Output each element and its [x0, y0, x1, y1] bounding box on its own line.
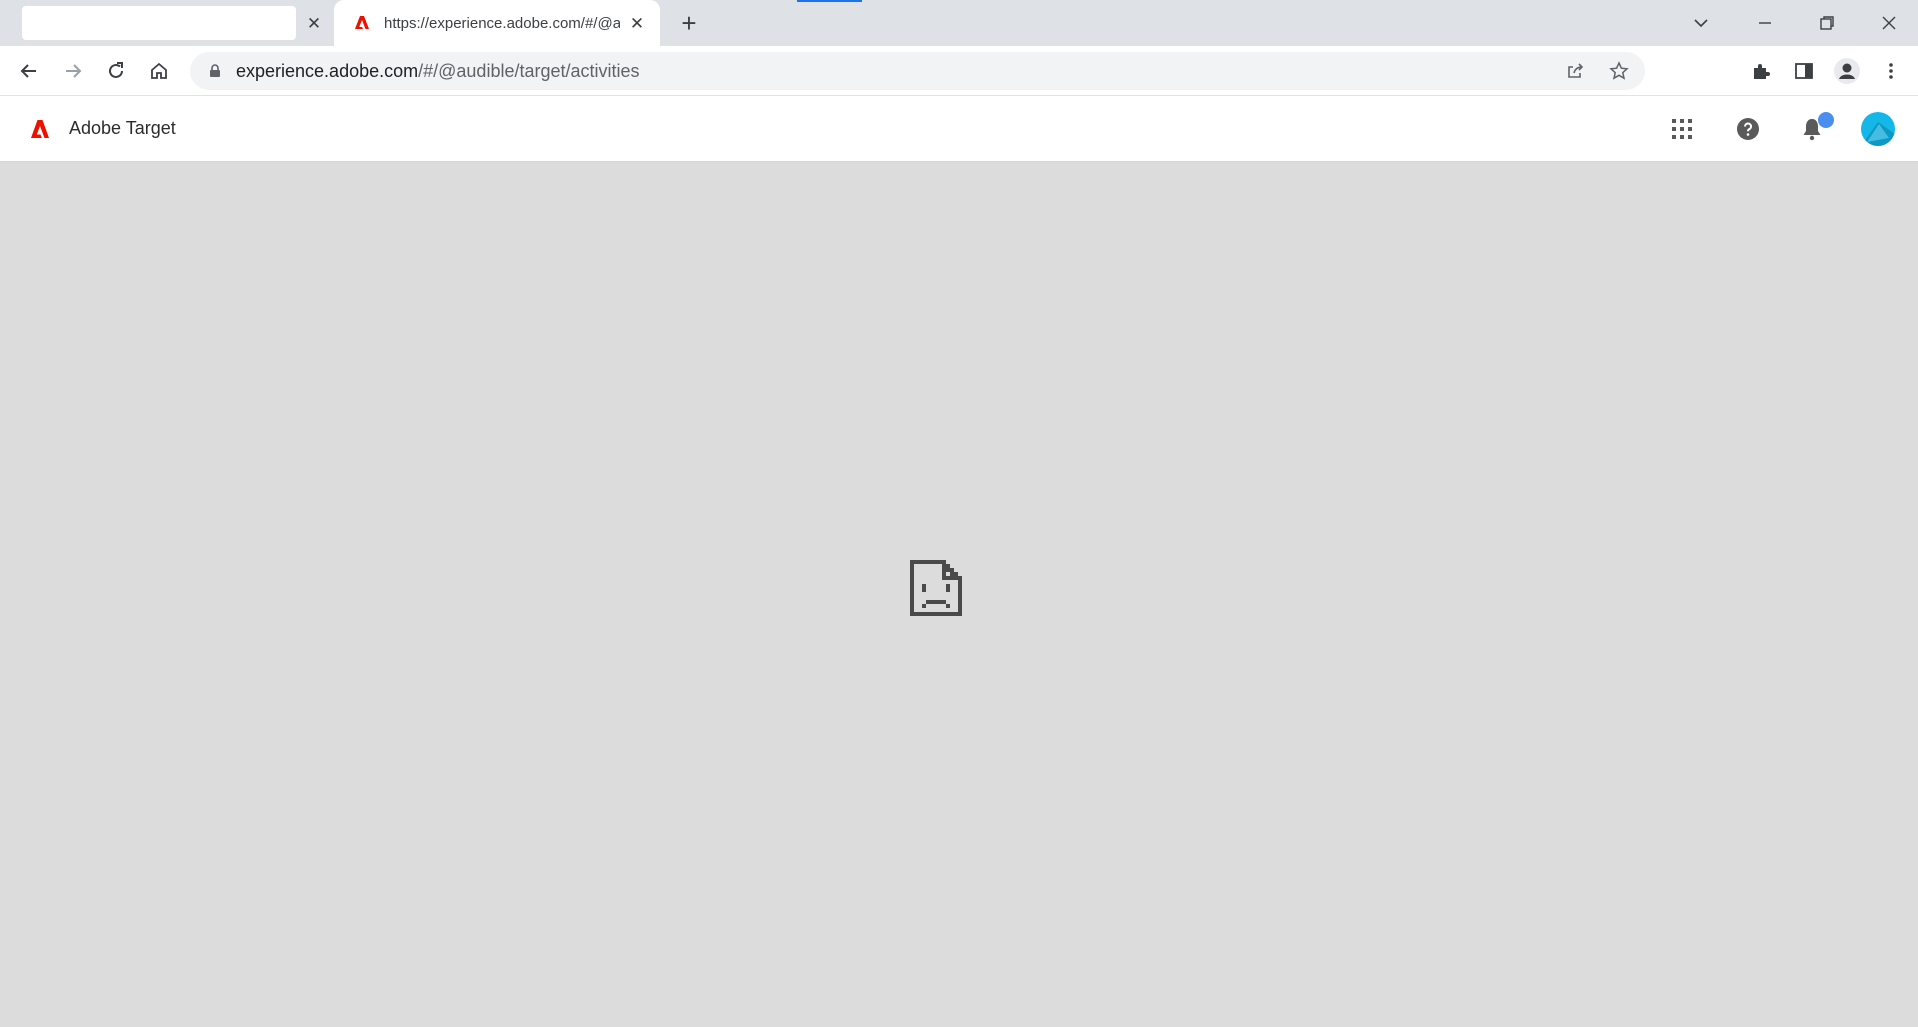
minimize-window-icon[interactable] — [1750, 8, 1780, 38]
browser-menu-kebab-icon[interactable] — [1876, 56, 1906, 86]
user-avatar[interactable] — [1861, 112, 1895, 146]
adobe-favicon-icon — [355, 16, 369, 29]
close-tab-icon[interactable]: ✕ — [303, 12, 325, 34]
tab-search-chevron-icon[interactable] — [1686, 8, 1716, 38]
restore-window-icon[interactable] — [1812, 8, 1842, 38]
address-bar[interactable]: experience.adobe.com/#/@audible/target/a… — [190, 52, 1645, 90]
lock-icon — [210, 64, 220, 77]
notification-badge — [1818, 112, 1834, 128]
adobe-logo-icon[interactable] — [30, 119, 50, 139]
app-switcher-grid-icon[interactable] — [1668, 115, 1696, 143]
help-icon[interactable] — [1734, 115, 1762, 143]
browser-toolbar: experience.adobe.com/#/@audible/target/a… — [0, 46, 1918, 96]
home-icon[interactable] — [144, 56, 174, 86]
back-arrow-icon[interactable] — [14, 56, 44, 86]
tab-title: https://experience.adobe.com/#/@audible/… — [384, 15, 620, 32]
reload-icon[interactable] — [101, 56, 131, 86]
browser-tab-bar: ✕ https://experience.adobe.com/#/@audibl… — [0, 0, 1918, 46]
profile-avatar-icon[interactable] — [1832, 56, 1862, 86]
close-window-icon[interactable] — [1874, 8, 1904, 38]
close-tab-icon[interactable]: ✕ — [626, 12, 648, 34]
address-text[interactable]: experience.adobe.com/#/@audible/target/a… — [236, 61, 640, 82]
new-tab-plus-icon[interactable]: + — [676, 8, 702, 38]
url-host: experience.adobe.com — [236, 61, 419, 81]
side-panel-icon[interactable] — [1789, 56, 1819, 86]
loading-indicator — [797, 0, 862, 2]
product-name[interactable]: Adobe Target — [69, 118, 176, 139]
extensions-puzzle-icon[interactable] — [1746, 56, 1776, 86]
sad-page-icon — [910, 560, 962, 616]
url-path: /#/@audible/target/activities — [418, 61, 640, 81]
forward-arrow-icon[interactable] — [58, 56, 88, 86]
browser-tab-active[interactable]: https://experience.adobe.com/#/@audible/… — [334, 0, 660, 46]
share-icon[interactable] — [1562, 58, 1588, 84]
bookmark-star-icon[interactable] — [1606, 58, 1632, 84]
browser-tab-inactive[interactable] — [22, 6, 296, 40]
app-header: Adobe Target — [0, 96, 1918, 162]
